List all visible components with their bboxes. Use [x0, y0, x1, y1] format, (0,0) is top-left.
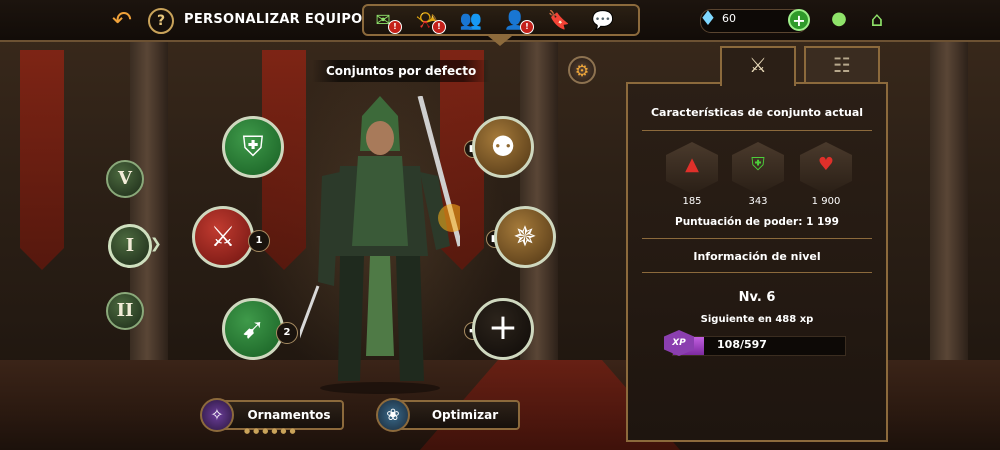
level-info-title: Información de nivel	[693, 250, 821, 263]
divider	[642, 272, 872, 273]
add-gems-button[interactable]: +	[788, 9, 810, 31]
diamond-icon: ♦	[699, 6, 717, 30]
attack-value: 185	[682, 196, 702, 207]
xp-text: 108/597	[717, 338, 767, 351]
set-tab-ii[interactable]: II	[106, 292, 144, 330]
skill-slot-button[interactable]: ✵	[494, 206, 556, 268]
skill-rune-icon: ✵	[513, 220, 537, 253]
current-set-title: Características de conjunto actual	[650, 106, 864, 119]
optimize-label: Optimizar	[431, 408, 499, 422]
default-sets-label: Conjuntos por defecto	[312, 60, 491, 82]
crossed-swords-icon: ⚔	[749, 53, 767, 77]
pillar	[930, 40, 968, 380]
divider	[642, 130, 872, 131]
tab-stats[interactable]: ⚔	[720, 46, 796, 86]
back-arrow-icon[interactable]: ↶	[108, 7, 136, 33]
trinket-slot-button[interactable]: ⚉	[472, 116, 534, 178]
ornaments-label: Ornamentos	[247, 408, 331, 422]
power-label: Puntuación de poder:	[675, 216, 803, 228]
armor-icon: ⛨	[242, 130, 264, 163]
stats-panel: Características de conjunto actual ▲ 185…	[626, 82, 888, 442]
next-level-label: Siguiente en 488 xp	[700, 314, 814, 325]
divider	[642, 238, 872, 239]
tab-profile[interactable]: ☷	[804, 46, 880, 84]
pagination-dots: ●●●●●●	[244, 427, 299, 435]
hero-character	[300, 96, 460, 394]
health-value: 1 900	[811, 196, 841, 207]
crossbow-icon: ➹	[241, 312, 265, 345]
armor-slot-button[interactable]: ⛨	[222, 116, 284, 178]
profile-icon: ☷	[833, 53, 851, 77]
power-score: Puntuación de poder: 1 199	[628, 216, 886, 228]
notification-badge: !	[388, 20, 402, 34]
notification-badge: !	[432, 20, 446, 34]
melee-weapon-slot-button[interactable]: ⚔	[192, 206, 254, 268]
set-tab-v[interactable]: V	[106, 160, 144, 198]
attack-stat-icon: ▲	[666, 142, 718, 194]
plus-icon: +	[487, 307, 519, 348]
ranged-count-badge: 2	[276, 322, 298, 344]
notification-badge: !	[520, 20, 534, 34]
selected-chevron-icon: ❯	[150, 236, 162, 252]
set-tab-i[interactable]: I	[108, 224, 152, 268]
power-value: 1 199	[806, 216, 839, 228]
bull-head-icon: ⚉	[490, 130, 516, 163]
health-stat-icon: ♥	[800, 142, 852, 194]
melee-count-badge: 1	[248, 230, 270, 252]
home-icon[interactable]: ⌂	[864, 6, 890, 32]
crossed-swords-icon: ⚔	[210, 220, 236, 253]
gems-value: 60	[722, 12, 736, 25]
level-value: Nv. 6	[738, 290, 776, 305]
help-button[interactable]: ?	[148, 8, 174, 34]
piggy-bank-icon[interactable]: ●	[826, 7, 852, 31]
add-item-slot-button[interactable]: +	[472, 298, 534, 360]
ornaments-icon: ✧	[200, 398, 234, 432]
pillar	[130, 40, 168, 380]
guild-icon[interactable]: 👥	[458, 10, 484, 32]
banner	[20, 50, 64, 270]
defense-stat-icon: ⛨	[732, 142, 784, 194]
gear-icon[interactable]: ⚙	[568, 56, 596, 84]
bookmark-icon[interactable]: 🔖	[546, 10, 572, 32]
optimize-gems-icon: ❀	[376, 398, 410, 432]
ranged-weapon-slot-button[interactable]: ➹	[222, 298, 284, 360]
chat-icon[interactable]: 💬	[590, 10, 616, 32]
page-title: PERSONALIZAR EQUIPO	[184, 12, 363, 27]
defense-value: 343	[748, 196, 768, 207]
nav-icon-bar: ✉! 📯! 👥 👤! 🔖 💬	[362, 4, 640, 36]
